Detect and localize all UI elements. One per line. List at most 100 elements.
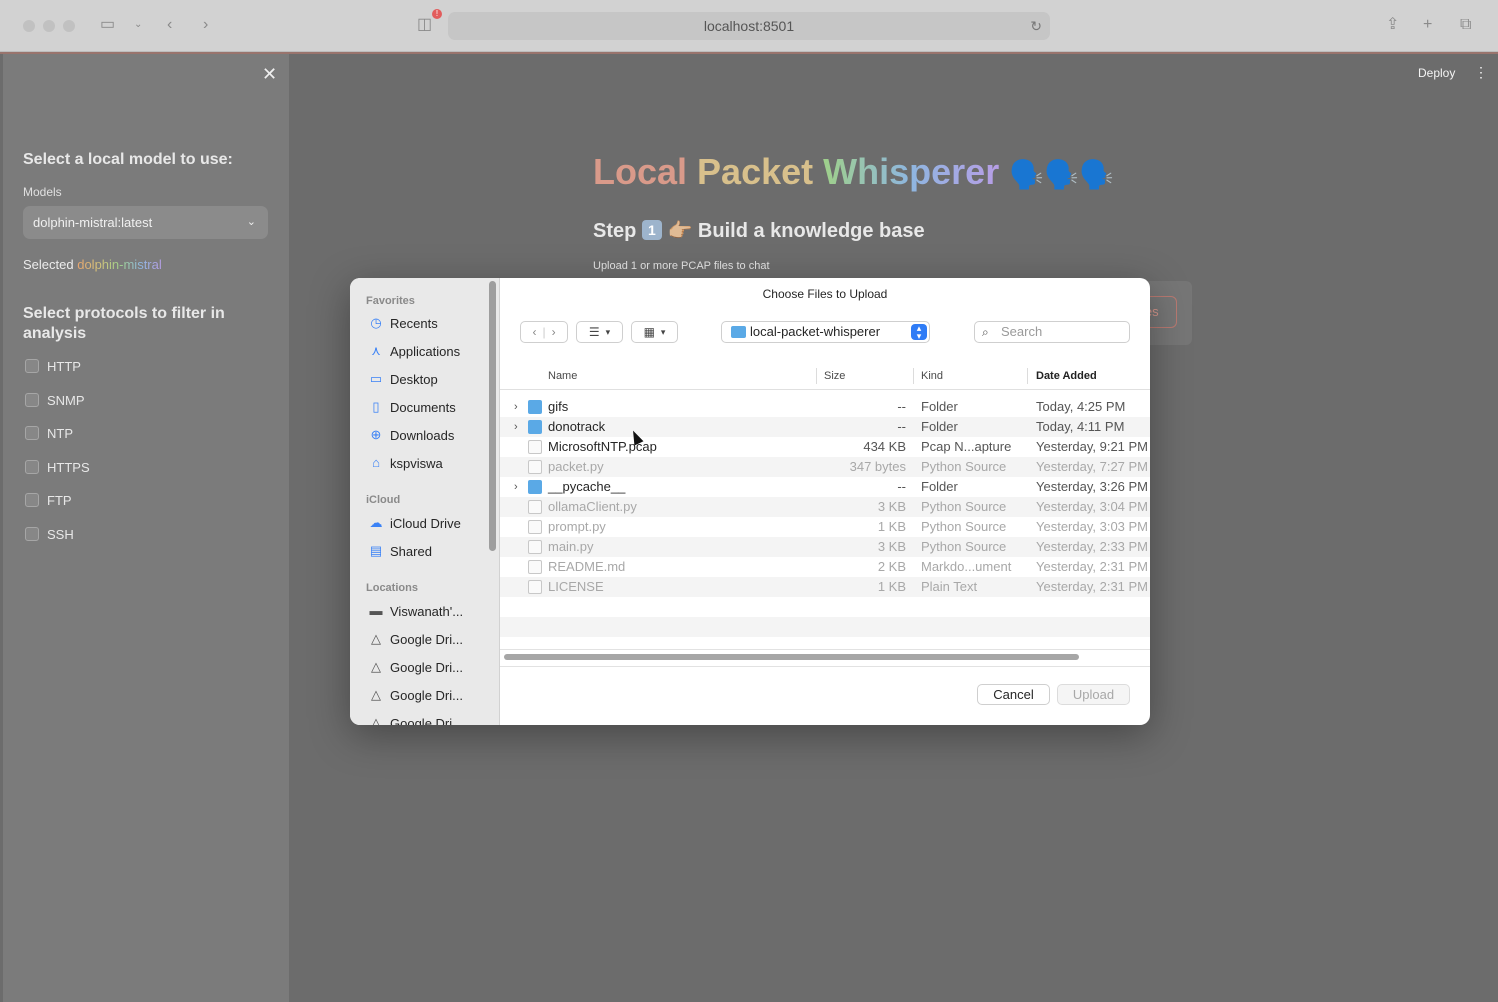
file-row: prompt.py 1 KB Python Source Yesterday, …: [500, 517, 1150, 537]
upload-button[interactable]: Upload: [1057, 684, 1130, 705]
checkbox[interactable]: [25, 527, 39, 541]
model-heading: Select a local model to use:: [23, 151, 233, 168]
disclosure-triangle-icon[interactable]: ›: [514, 477, 518, 497]
sidebar-item-downloads[interactable]: ⊕ Downloads: [368, 425, 455, 445]
protocol-checkbox-snmp[interactable]: SNMP: [25, 392, 85, 408]
favorites-heading: Favorites: [366, 295, 415, 307]
share-icon[interactable]: ⇪: [1386, 14, 1399, 36]
models-label: Models: [23, 185, 62, 199]
column-divider[interactable]: [913, 368, 914, 384]
file-size: --: [897, 419, 906, 434]
sidebar-item-google-drive[interactable]: △ Google Dri...: [368, 685, 463, 705]
apps-icon: ⋏: [371, 343, 381, 358]
sidebar-item-label: Recents: [390, 315, 438, 331]
file-date: Today, 4:11 PM: [1036, 419, 1125, 434]
sidebar-item-label: Downloads: [390, 427, 455, 443]
text-file-icon: [528, 580, 542, 594]
python-file-icon: [528, 540, 542, 554]
file-date: Yesterday, 3:26 PM: [1036, 479, 1149, 494]
checkbox[interactable]: [25, 393, 39, 407]
new-tab-icon[interactable]: +: [1423, 14, 1432, 36]
forward-arrow-icon[interactable]: ›: [552, 325, 556, 339]
back-arrow-icon[interactable]: ‹: [532, 325, 536, 339]
close-window-button[interactable]: [23, 20, 35, 32]
file-size: 2 KB: [877, 559, 906, 574]
checkbox[interactable]: [25, 493, 39, 507]
sidebar-scrollbar[interactable]: [489, 281, 496, 551]
back-arrow-icon[interactable]: ‹: [167, 14, 172, 36]
sidebar-item-shared[interactable]: ▤ Shared: [368, 541, 432, 561]
checkbox[interactable]: [25, 460, 39, 474]
checkbox[interactable]: [25, 359, 39, 373]
grid-view-button[interactable]: ▦ ▾: [631, 321, 678, 343]
checkbox[interactable]: [25, 426, 39, 440]
document-icon: ▯: [372, 399, 380, 414]
column-header-size[interactable]: Size: [824, 364, 845, 388]
file-name: __pycache__: [548, 479, 626, 494]
protocol-checkbox-http[interactable]: HTTP: [25, 358, 81, 374]
python-file-icon: [528, 460, 542, 474]
horizontal-scrollbar[interactable]: [504, 654, 1079, 660]
file-name: prompt.py: [548, 519, 606, 534]
forward-arrow-icon[interactable]: ›: [203, 14, 208, 36]
close-icon[interactable]: ✕: [262, 64, 277, 85]
tab-overview-icon[interactable]: ⧉: [1460, 14, 1471, 36]
extension-icon[interactable]: ◫: [417, 14, 432, 36]
checkbox-label: SSH: [47, 526, 74, 542]
more-menu-icon[interactable]: ⋮: [1474, 64, 1488, 81]
sidebar-item-label: Applications: [390, 343, 461, 359]
column-header-kind[interactable]: Kind: [921, 364, 943, 388]
current-folder-popup[interactable]: local-packet-whisperer ▴ ▾: [721, 321, 930, 343]
file-size: --: [897, 479, 906, 494]
disclosure-triangle-icon[interactable]: ›: [514, 397, 518, 417]
address-bar[interactable]: localhost:8501 ↻: [448, 12, 1050, 40]
file-row[interactable]: MicrosoftNTP.pcap 434 KB Pcap N...apture…: [500, 437, 1150, 457]
file-row[interactable]: › donotrack -- Folder Today, 4:11 PM: [500, 417, 1150, 437]
file-name: packet.py: [548, 459, 604, 474]
list-view-button[interactable]: ☰ ▾: [576, 321, 623, 343]
sidebar-item-documents[interactable]: ▯ Documents: [368, 397, 455, 417]
file-date: Yesterday, 9:21 PM: [1036, 439, 1149, 454]
zoom-window-button[interactable]: [63, 20, 75, 32]
file-row[interactable]: › gifs -- Folder Today, 4:25 PM: [500, 397, 1150, 417]
protocol-checkbox-https[interactable]: HTTPS: [25, 459, 90, 475]
file-row[interactable]: › __pycache__ -- Folder Yesterday, 3:26 …: [500, 477, 1150, 497]
sidebar-toggle-icon[interactable]: ▭: [100, 14, 115, 36]
sidebar-item-google-drive[interactable]: △ Google Dri...: [368, 657, 463, 677]
sidebar-item-icloud-drive[interactable]: ☁ iCloud Drive: [368, 513, 461, 533]
sidebar-item-applications[interactable]: ⋏ Applications: [368, 341, 460, 361]
deploy-button[interactable]: Deploy: [1418, 66, 1455, 80]
model-select-value: dolphin-mistral:latest: [33, 215, 153, 230]
sidebar-item-desktop[interactable]: ▭ Desktop: [368, 369, 438, 389]
reload-icon[interactable]: ↻: [1030, 12, 1042, 40]
search-field[interactable]: ⌕ Search: [974, 321, 1130, 343]
locations-heading: Locations: [366, 582, 418, 594]
sidebar-item-label: kspviswa: [390, 455, 443, 471]
column-divider[interactable]: [816, 368, 817, 384]
file-row: LICENSE 1 KB Plain Text Yesterday, 2:31 …: [500, 577, 1150, 597]
sidebar-item-google-drive[interactable]: △ Google Dri...: [368, 629, 463, 649]
column-divider[interactable]: [1027, 368, 1028, 384]
drive-icon: △: [371, 715, 381, 725]
file-kind: Plain Text: [921, 579, 978, 594]
sidebar-item-computer[interactable]: ▬ Viswanath'...: [368, 601, 464, 621]
protocol-checkbox-ftp[interactable]: FTP: [25, 492, 72, 508]
protocol-checkbox-ntp[interactable]: NTP: [25, 425, 73, 441]
nav-back-forward[interactable]: ‹ | ›: [520, 321, 568, 343]
file-size: 3 KB: [877, 499, 906, 514]
sidebar-item-recents[interactable]: ◷ Recents: [368, 313, 438, 333]
chevron-down-icon[interactable]: ⌄: [134, 14, 142, 36]
column-header-date-added[interactable]: Date Added: [1036, 364, 1097, 388]
sidebar-item-home[interactable]: ⌂ kspviswa: [368, 453, 443, 473]
protocol-checkbox-ssh[interactable]: SSH: [25, 526, 74, 542]
file-row: main.py 3 KB Python Source Yesterday, 2:…: [500, 537, 1150, 557]
disclosure-triangle-icon[interactable]: ›: [514, 417, 518, 437]
minimize-window-button[interactable]: [43, 20, 55, 32]
cancel-button[interactable]: Cancel: [977, 684, 1050, 705]
page-title: Local Packet Whisperer 🗣️🗣️🗣️: [593, 150, 1114, 197]
protocols-heading: Select protocols to filter in analysis: [23, 305, 225, 342]
column-header-name[interactable]: Name: [548, 364, 577, 388]
checkbox-label: FTP: [47, 492, 72, 508]
sidebar-item-google-drive[interactable]: △ Google Dri...: [368, 713, 463, 725]
model-select[interactable]: dolphin-mistral:latest ⌄: [23, 206, 268, 239]
